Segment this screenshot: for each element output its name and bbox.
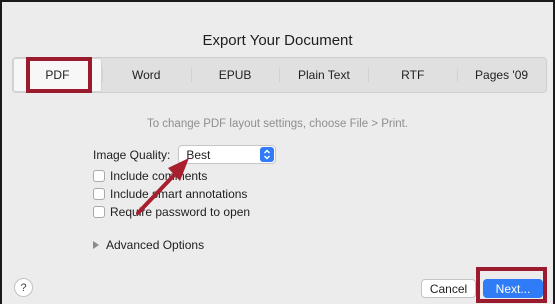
red-arrow-annotation <box>136 158 189 215</box>
